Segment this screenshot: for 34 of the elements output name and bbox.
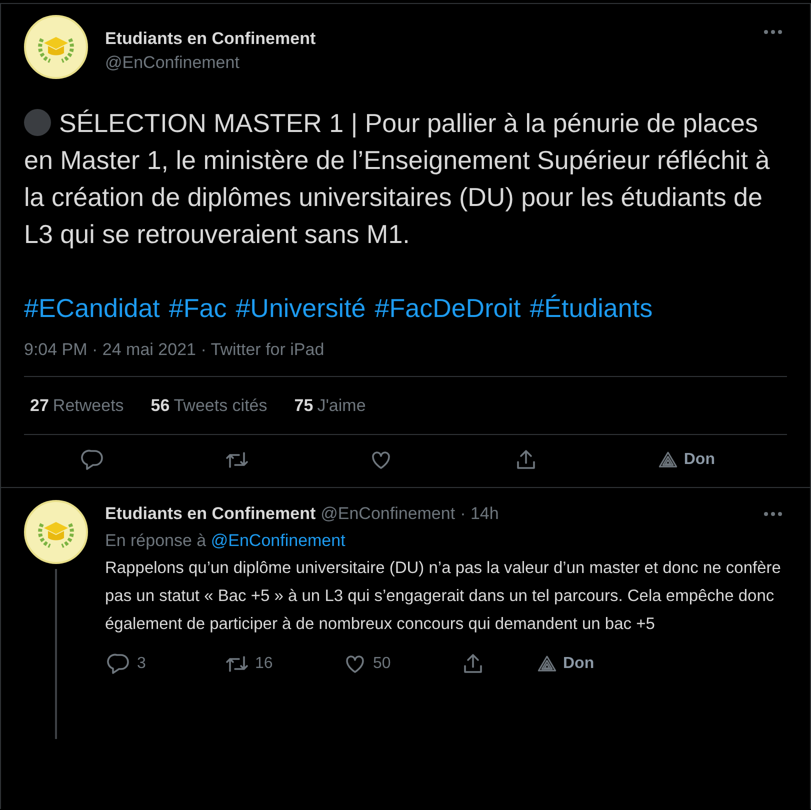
reply-button[interactable]: 3 bbox=[107, 652, 225, 676]
tweet-text: SÉLECTION MASTER 1 | Pour pallier à la pénurie de places en Master 1, le ministère de l’Enseignement Supérieur réfléchit à la création de diplômes universitaires (DU) pour les étudiants de L3 qui se retrouveraient sans M1. bbox=[24, 107, 771, 251]
retweet-button[interactable]: 16 bbox=[225, 652, 343, 676]
author-name[interactable]: Etudiants en Confinement bbox=[105, 29, 746, 49]
more-icon[interactable] bbox=[763, 511, 783, 517]
author-handle[interactable]: @EnConfinement bbox=[105, 53, 746, 73]
timestamp: 9:04 PM · 24 mai 2021 · Twitter for iPad bbox=[24, 340, 787, 377]
donate-button[interactable]: Don bbox=[537, 654, 655, 674]
author-handle[interactable]: @EnConfinement bbox=[320, 504, 456, 524]
speech-bubble-icon bbox=[81, 448, 105, 472]
replying-to-text: En réponse à @EnConfinement bbox=[105, 531, 346, 551]
donate-button[interactable]: Don bbox=[658, 450, 715, 470]
like-button[interactable]: 50 bbox=[343, 652, 461, 676]
triangle-icon bbox=[537, 654, 557, 674]
speech-bubble-icon bbox=[107, 652, 131, 676]
hashtag-link[interactable]: #FacDeDroit bbox=[374, 290, 521, 327]
reply-text: Rappelons qu’un diplôme universitaire (DU) n’a pas la valeur d’un master et donc ne confère pas un statut « Bac +5 » à un L3 qui s’engagerait dans un tel parcours. Cela empêche donc également de participer à de nombreux concours qui demandent un bac +5 bbox=[105, 558, 782, 635]
mention-link[interactable]: @EnConfinement bbox=[210, 531, 346, 550]
hashtag-link[interactable]: #Université bbox=[236, 290, 366, 327]
hashtag-link[interactable]: #Fac bbox=[168, 290, 227, 327]
share-icon bbox=[461, 652, 485, 676]
circle-icon bbox=[24, 109, 51, 136]
hashtag-link[interactable]: #Étudiants bbox=[530, 290, 653, 327]
hashtag-link[interactable]: #ECandidat bbox=[24, 290, 160, 327]
reply-time: · 14h bbox=[460, 504, 499, 524]
stat-link[interactable]: 56 Tweets cités bbox=[150, 396, 268, 416]
avatar-icon[interactable] bbox=[24, 500, 88, 564]
more-icon[interactable] bbox=[763, 29, 783, 35]
reply-button[interactable] bbox=[81, 448, 105, 472]
stat-link[interactable]: 27 Retweets bbox=[30, 396, 124, 416]
author-name[interactable]: Etudiants en Confinement bbox=[105, 504, 316, 524]
avatar-icon[interactable] bbox=[24, 15, 88, 79]
stat-link[interactable]: 75 J'aime bbox=[294, 396, 366, 416]
triangle-icon bbox=[658, 450, 678, 470]
